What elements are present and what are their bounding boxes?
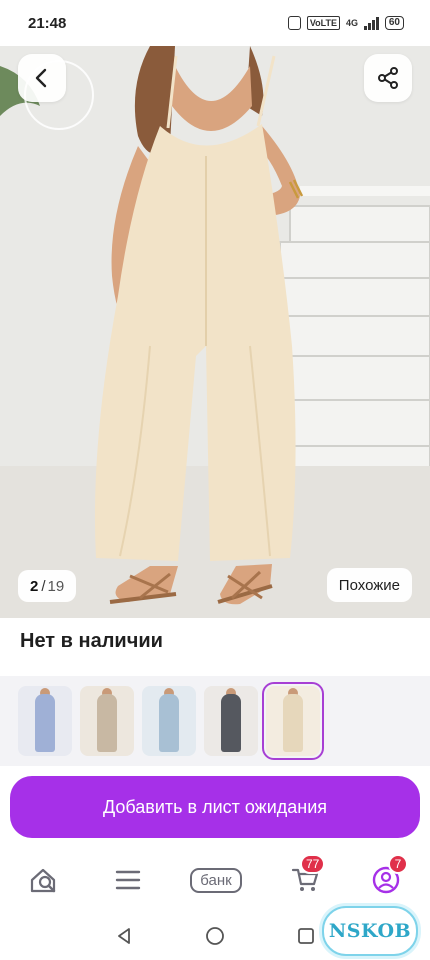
thumbnail-3[interactable] [142,686,196,756]
availability-status: Нет в наличии [20,630,163,652]
menu-icon [115,870,141,890]
thumbnail-list [18,682,324,760]
signal-icon [364,16,379,30]
thumbnail-figure [221,694,241,752]
share-button[interactable] [364,54,412,102]
battery-indicator: 60 [384,16,404,30]
chevron-left-icon [35,68,47,88]
thumbnail-4[interactable] [204,686,258,756]
thumbnail-figure [35,694,55,752]
thumbnail-1[interactable] [18,686,72,756]
status-time: 21:48 [28,14,67,32]
volte-indicator: VoLTE [306,16,340,30]
image-counter-current: 2 [30,577,39,595]
bank-label: банк [190,867,242,893]
cart-badge: 77 [300,854,326,874]
thumbnail-2[interactable] [80,686,134,756]
system-recents-button[interactable] [294,924,318,948]
thumbnail-figure [283,694,303,752]
image-counter-total: 19 [47,577,65,595]
product-photo[interactable]: 2 / 19 Похожие [0,46,430,618]
similar-button[interactable]: Похожие [326,568,412,602]
nfc-icon [287,16,301,30]
back-button[interactable] [18,54,66,102]
circle-home-icon [206,927,224,945]
square-recents-icon [298,928,314,944]
nav-bank[interactable]: банк [178,858,254,902]
profile-badge: 7 [388,854,408,874]
status-bar: 21:48 VoLTE 4G 60 [0,0,430,46]
add-to-waitlist-button[interactable]: Добавить в лист ожидания [10,776,420,838]
image-counter-separator: / [41,577,46,595]
home-search-icon [30,868,56,893]
system-home-button[interactable] [203,924,227,948]
nav-catalog[interactable] [106,858,150,902]
thumbnail-5[interactable] [262,682,324,760]
nav-home[interactable] [22,858,66,902]
system-back-button[interactable] [112,924,136,948]
thumbnail-figure [97,694,117,752]
product-image [0,46,430,618]
image-counter: 2 / 19 [18,570,77,602]
nav-profile[interactable]: 7 [364,854,408,902]
triangle-back-icon [118,928,130,944]
thumbnail-strip [0,676,430,766]
share-icon [378,67,398,89]
bottom-navigation: банк 77 7 [0,850,430,912]
thumbnail-figure [159,694,179,752]
status-icons: VoLTE 4G 60 [287,16,404,30]
nskob-watermark-text: NSKOB [328,920,412,942]
nav-cart[interactable]: 77 [284,854,328,902]
nskob-watermark: NSKOB [322,906,418,956]
network-type: 4G [345,18,358,28]
